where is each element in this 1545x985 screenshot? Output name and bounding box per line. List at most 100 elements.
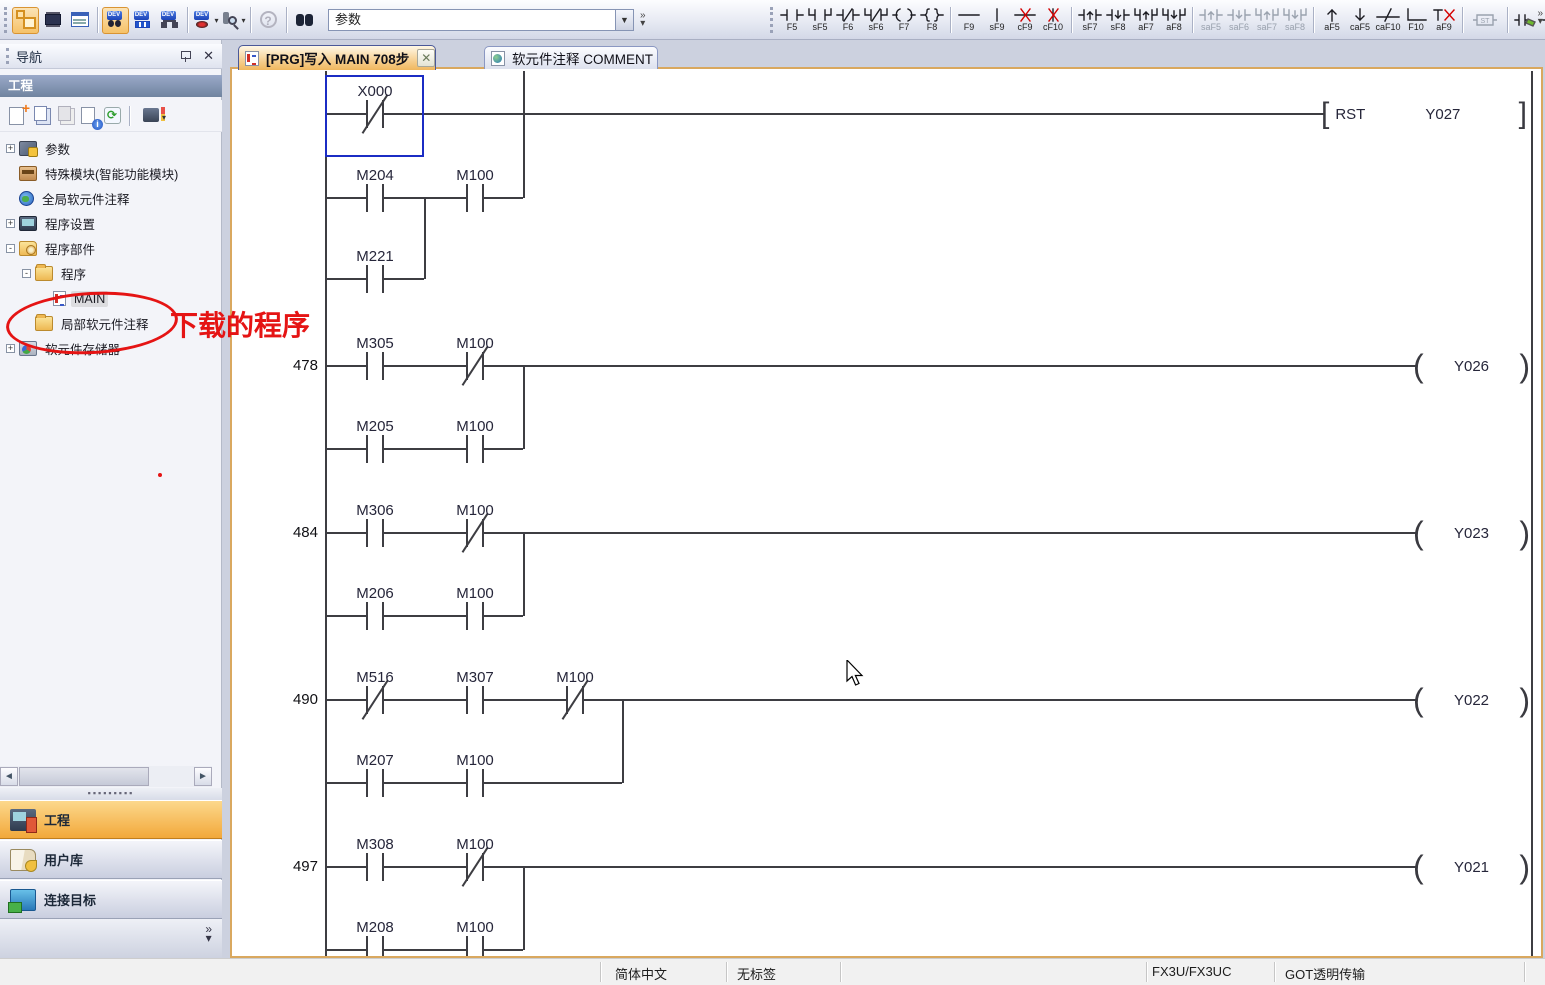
ladder-contact-M307[interactable]	[453, 684, 497, 716]
view-button-工程[interactable]: 工程	[0, 800, 222, 839]
help-icon[interactable]: ?	[255, 7, 282, 34]
ladder-tool-saF5-icon[interactable]: saF5	[1197, 3, 1225, 37]
module-config-icon[interactable]	[39, 7, 66, 34]
pane-splitter[interactable]: ▪▪▪▪▪▪▪▪▪	[0, 788, 222, 800]
sidebar-item-全局软元件注释[interactable]: 全局软元件注释	[0, 186, 222, 211]
ladder-contact-M208[interactable]	[353, 934, 397, 956]
ladder-contact-M204[interactable]	[353, 182, 397, 214]
device-display-icon[interactable]: DEV▾	[192, 7, 219, 34]
ladder-contact-M100[interactable]	[453, 934, 497, 956]
sort-button[interactable]: ▾	[136, 105, 166, 127]
tab-close-icon[interactable]: ✕	[417, 49, 435, 67]
ladder-coil-Y021[interactable]: (Y021)	[1413, 850, 1530, 884]
device-search-icon[interactable]: ▾	[219, 7, 246, 34]
property-button[interactable]	[77, 105, 99, 127]
ladder-tool-saF6-icon[interactable]: saF6	[1225, 3, 1253, 37]
ladder-canvas[interactable]: M204M100M221X000[RSTY027]478M205M100M305…	[232, 69, 1541, 956]
sidebar-item-程序部件[interactable]: -程序部件	[0, 236, 222, 261]
view-button-用户库[interactable]: 用户库	[0, 840, 222, 879]
toolbar-grip-2[interactable]	[770, 7, 774, 33]
scroll-right-icon[interactable]: ►	[194, 767, 212, 786]
device-test-icon[interactable]: DEV	[156, 7, 183, 34]
ladder-contact-M100[interactable]	[453, 350, 497, 382]
tab-comment[interactable]: 软元件注释 COMMENT	[484, 46, 658, 69]
ladder-tool-F8-icon[interactable]: F8	[918, 3, 946, 37]
ladder-contact-M205[interactable]	[353, 433, 397, 465]
ladder-instruction-RST[interactable]: [RSTY027]	[1321, 97, 1527, 131]
ladder-tool-F5-icon[interactable]: F5	[778, 3, 806, 37]
ladder-tool-cF9-icon[interactable]: cF9	[1011, 3, 1039, 37]
ladder-tool-sF7-icon[interactable]: sF7	[1076, 3, 1104, 37]
ladder-contact-M206[interactable]	[353, 600, 397, 632]
tree-expand-icon[interactable]: +	[6, 144, 15, 153]
new-item-button[interactable]	[5, 105, 27, 127]
paste-button[interactable]	[53, 105, 75, 127]
scroll-left-icon[interactable]: ◄	[0, 767, 18, 786]
ladder-coil-Y022[interactable]: (Y022)	[1413, 683, 1530, 717]
sidebar-item-程序设置[interactable]: +程序设置	[0, 211, 222, 236]
find-icon[interactable]	[291, 7, 318, 34]
tab-main-program[interactable]: [PRG]写入 MAIN 708步✕	[238, 45, 436, 70]
ladder-tool-F6-icon[interactable]: F6	[834, 3, 862, 37]
toolbar-grip[interactable]	[4, 7, 8, 33]
ladder-contact-M221[interactable]	[353, 263, 397, 295]
ladder-tool-F10-icon[interactable]: F10	[1402, 3, 1430, 37]
sidebar-item-程序[interactable]: -程序	[0, 261, 222, 286]
pin-icon[interactable]	[179, 49, 193, 63]
pane-grip[interactable]	[6, 48, 10, 64]
ladder-contact-M516[interactable]	[353, 684, 397, 716]
tree-expand-icon[interactable]: +	[6, 344, 15, 353]
navigation-window-toggle-icon[interactable]	[12, 7, 39, 34]
ladder-tool-ist-icon[interactable]: ST	[1467, 3, 1503, 37]
ladder-tool-edit1-icon[interactable]	[1512, 3, 1540, 37]
view-selector-overflow-icon[interactable]: »▾	[205, 925, 212, 943]
ladder-contact-M100[interactable]	[453, 851, 497, 883]
device-combo[interactable]: 参数 ▼	[328, 9, 634, 31]
ladder-tool-saF8-icon[interactable]: saF8	[1281, 3, 1309, 37]
refresh-button[interactable]: ⟳	[101, 105, 123, 127]
close-pane-icon[interactable]: ✕	[203, 48, 214, 64]
view-button-连接目标[interactable]: 连接目标	[0, 880, 222, 919]
ladder-contact-M100[interactable]	[453, 182, 497, 214]
ladder-tool-aF5-icon[interactable]: aF5	[1318, 3, 1346, 37]
ladder-tool-caF5-icon[interactable]: caF5	[1346, 3, 1374, 37]
ladder-tool-caF10-icon[interactable]: caF10	[1374, 3, 1402, 37]
device-find-icon[interactable]: DEV	[102, 7, 129, 34]
ladder-tool-aF7-icon[interactable]: aF7	[1132, 3, 1160, 37]
ladder-coil-Y023[interactable]: (Y023)	[1413, 516, 1530, 550]
ladder-tool-sF9-icon[interactable]: sF9	[983, 3, 1011, 37]
ladder-tool-saF7-icon[interactable]: saF7	[1253, 3, 1281, 37]
ladder-contact-M100[interactable]	[453, 517, 497, 549]
sidebar-item-特殊模块(智能功能模块)[interactable]: 特殊模块(智能功能模块)	[0, 161, 222, 186]
device-batch-icon[interactable]: DEV	[129, 7, 156, 34]
ladder-contact-M207[interactable]	[353, 767, 397, 799]
sidebar-item-参数[interactable]: +参数	[0, 136, 222, 161]
ladder-tool-sF8-icon[interactable]: sF8	[1104, 3, 1132, 37]
ladder-contact-M100[interactable]	[453, 600, 497, 632]
work-window-icon[interactable]	[66, 7, 93, 34]
scroll-thumb[interactable]	[19, 767, 149, 786]
sidebar-hscrollbar[interactable]: ◄ ►	[0, 766, 212, 787]
ladder-tool-F9-icon[interactable]: F9	[955, 3, 983, 37]
ladder-tool-aF8-icon[interactable]: aF8	[1160, 3, 1188, 37]
toolbar-overflow-chevron[interactable]: »▾	[640, 12, 646, 28]
combo-dropdown-icon[interactable]: ▼	[615, 10, 633, 30]
ladder-contact-M100[interactable]	[553, 684, 597, 716]
inst-operand: Y027	[1425, 106, 1460, 123]
ladder-coil-Y026[interactable]: (Y026)	[1413, 349, 1530, 383]
ladder-contact-M100[interactable]	[453, 433, 497, 465]
ladder-contact-M306[interactable]	[353, 517, 397, 549]
ladder-contact-M100[interactable]	[453, 767, 497, 799]
tree-expand-icon[interactable]: +	[6, 219, 15, 228]
ladder-tool-aF9-icon[interactable]: aF9	[1430, 3, 1458, 37]
tree-expand-icon[interactable]: -	[6, 244, 15, 253]
ladder-tool-sF6-icon[interactable]: sF6	[862, 3, 890, 37]
ladder-tool-F7-icon[interactable]: F7	[890, 3, 918, 37]
ladder-contact-M308[interactable]	[353, 851, 397, 883]
tree-expand-icon[interactable]: -	[22, 269, 31, 278]
copy-button[interactable]	[29, 105, 51, 127]
ladder-contact-M305[interactable]	[353, 350, 397, 382]
ladder-tool-sF5-icon[interactable]: sF5	[806, 3, 834, 37]
ladder-tool-cF10-icon[interactable]: cF10	[1039, 3, 1067, 37]
toolbar-overflow-chevron-2[interactable]: »▾	[1537, 10, 1543, 26]
